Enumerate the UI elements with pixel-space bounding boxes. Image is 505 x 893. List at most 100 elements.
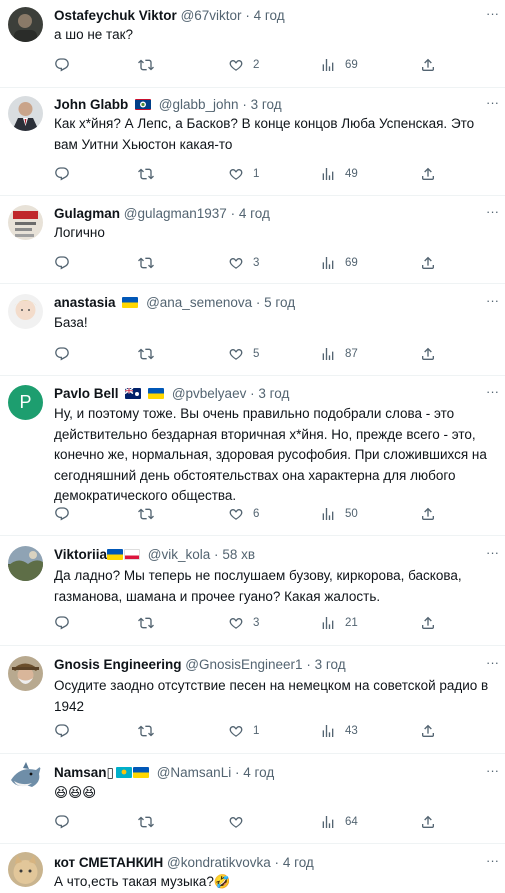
more-options-icon[interactable]: ···: [486, 763, 499, 778]
author-name[interactable]: anastasia: [54, 295, 116, 310]
comment-header: Gulagman @gulagman1937 · 4 год: [54, 205, 270, 223]
author-handle[interactable]: @67viktor: [181, 8, 242, 23]
more-options-icon[interactable]: ···: [486, 204, 499, 219]
like-button[interactable]: 6: [228, 504, 259, 524]
views-button[interactable]: 69: [320, 253, 358, 273]
comment-item[interactable]: Ostafeychuk Viktor @67viktor · 4 год ···…: [0, 0, 505, 88]
author-handle[interactable]: @ana_semenova: [146, 295, 252, 310]
comment-item[interactable]: Namsan▯ @NamsanLi · 4 год ··· 😆😆😆 64: [0, 754, 505, 844]
share-button[interactable]: [420, 721, 436, 741]
reply-button[interactable]: [54, 613, 70, 633]
like-button[interactable]: 2: [228, 55, 259, 75]
author-name[interactable]: кот СМЕТАНКИН: [54, 855, 163, 870]
share-button[interactable]: [420, 812, 436, 832]
action-bar: 64: [54, 812, 444, 832]
author-handle[interactable]: @pvbelyaev: [172, 386, 247, 401]
avatar[interactable]: [8, 760, 43, 795]
comment-item[interactable]: Viktoriia @vik_kola · 58 хв ··· Да ладно…: [0, 536, 505, 646]
timestamp[interactable]: 3 год: [258, 386, 289, 401]
reply-button[interactable]: [54, 253, 70, 273]
author-handle[interactable]: @GnosisEngineer1: [185, 657, 302, 672]
timestamp[interactable]: 4 год: [239, 206, 270, 221]
like-button[interactable]: 1: [228, 164, 259, 184]
author-handle[interactable]: @kondratikvovka: [167, 855, 271, 870]
author-name[interactable]: Viktoriia: [54, 547, 107, 562]
author-name[interactable]: Gnosis Engineering: [54, 657, 182, 672]
retweet-button[interactable]: [138, 504, 154, 524]
comment-item[interactable]: кот СМЕТАНКИН @kondratikvovka · 4 год ··…: [0, 844, 505, 889]
comment-item[interactable]: Gulagman @gulagman1937 · 4 год ··· Логич…: [0, 196, 505, 284]
comment-item[interactable]: John Glabb @glabb_john · 3 год ··· Как х…: [0, 88, 505, 196]
share-button[interactable]: [420, 253, 436, 273]
views-button[interactable]: 50: [320, 504, 358, 524]
views-button[interactable]: 69: [320, 55, 358, 75]
author-handle[interactable]: @glabb_john: [159, 97, 239, 112]
more-options-icon[interactable]: ···: [486, 384, 499, 399]
author-name[interactable]: John Glabb: [54, 97, 128, 112]
retweet-button[interactable]: [138, 613, 154, 633]
author-handle[interactable]: @gulagman1937: [124, 206, 227, 221]
more-options-icon[interactable]: ···: [486, 293, 499, 308]
avatar[interactable]: [8, 546, 43, 581]
reply-button[interactable]: [54, 164, 70, 184]
avatar[interactable]: [8, 96, 43, 131]
timestamp[interactable]: 4 год: [243, 765, 274, 780]
more-options-icon[interactable]: ···: [486, 655, 499, 670]
avatar[interactable]: [8, 7, 43, 42]
author-name[interactable]: Namsan▯: [54, 765, 114, 780]
timestamp[interactable]: 4 год: [254, 8, 285, 23]
views-button[interactable]: 64: [320, 812, 358, 832]
retweet-button[interactable]: [138, 344, 154, 364]
author-name[interactable]: Ostafeychuk Viktor: [54, 8, 177, 23]
reply-icon: [54, 255, 70, 271]
author-name[interactable]: Gulagman: [54, 206, 120, 221]
reply-button[interactable]: [54, 721, 70, 741]
like-button[interactable]: 1: [228, 721, 259, 741]
more-options-icon[interactable]: ···: [486, 6, 499, 21]
more-options-icon[interactable]: ···: [486, 853, 499, 868]
timestamp[interactable]: 3 год: [251, 97, 282, 112]
share-button[interactable]: [420, 613, 436, 633]
avatar[interactable]: [8, 656, 43, 691]
retweet-button[interactable]: [138, 164, 154, 184]
avatar[interactable]: [8, 205, 43, 240]
retweet-button[interactable]: [138, 721, 154, 741]
views-button[interactable]: 43: [320, 721, 358, 741]
reply-button[interactable]: [54, 344, 70, 364]
more-options-icon[interactable]: ···: [486, 545, 499, 560]
more-options-icon[interactable]: ···: [486, 95, 499, 110]
reply-button[interactable]: [54, 812, 70, 832]
reply-button[interactable]: [54, 504, 70, 524]
avatar[interactable]: P: [8, 385, 43, 420]
views-button[interactable]: 87: [320, 344, 358, 364]
avatar[interactable]: [8, 294, 43, 329]
author-handle[interactable]: @NamsanLi: [157, 765, 231, 780]
retweet-button[interactable]: [138, 812, 154, 832]
like-button[interactable]: 5: [228, 344, 259, 364]
timestamp[interactable]: 3 год: [315, 657, 346, 672]
comment-item[interactable]: anastasia @ana_semenova · 5 год ··· База…: [0, 284, 505, 376]
share-button[interactable]: [420, 344, 436, 364]
reply-icon: [54, 814, 70, 830]
comment-item[interactable]: P Pavlo Bell @pvbelyaev · 3 год ··· Ну, …: [0, 376, 505, 536]
retweet-button[interactable]: [138, 55, 154, 75]
like-button[interactable]: 3: [228, 253, 259, 273]
share-button[interactable]: [420, 164, 436, 184]
views-button[interactable]: 49: [320, 164, 358, 184]
timestamp[interactable]: 4 год: [283, 855, 314, 870]
timestamp[interactable]: 5 год: [264, 295, 295, 310]
like-button[interactable]: 3: [228, 613, 259, 633]
views-button[interactable]: 21: [320, 613, 358, 633]
timestamp[interactable]: 58 хв: [222, 547, 255, 562]
retweet-button[interactable]: [138, 253, 154, 273]
views-icon: [320, 723, 336, 739]
share-button[interactable]: [420, 504, 436, 524]
like-button[interactable]: [228, 812, 253, 832]
avatar[interactable]: [8, 852, 43, 887]
reply-button[interactable]: [54, 55, 70, 75]
views-icon: [320, 346, 336, 362]
author-name[interactable]: Pavlo Bell: [54, 386, 119, 401]
share-button[interactable]: [420, 55, 436, 75]
author-handle[interactable]: @vik_kola: [148, 547, 210, 562]
comment-item[interactable]: Gnosis Engineering @GnosisEngineer1 · 3 …: [0, 646, 505, 754]
